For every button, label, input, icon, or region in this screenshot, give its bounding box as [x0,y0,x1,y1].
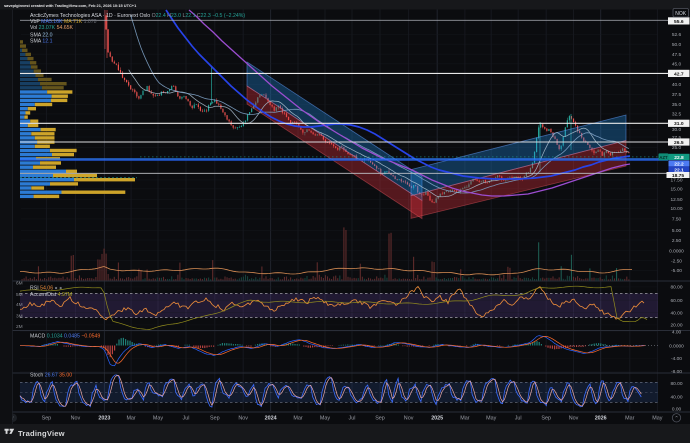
svg-text:0.0000: 0.0000 [669,343,684,349]
svg-text:Jul: Jul [515,416,522,422]
svg-text:-8.00: -8.00 [671,369,682,375]
svg-text:0.0000: 0.0000 [669,248,684,254]
svg-text:5.00: 5.00 [672,228,682,234]
svg-text:-4.00: -4.00 [671,356,682,362]
svg-text:Sep: Sep [42,416,52,422]
svg-text:2023: 2023 [98,416,110,422]
svg-text:40.0: 40.0 [672,82,682,88]
svg-text:Accum/Dist 4.97M: Accum/Dist 4.97M [30,292,72,298]
svg-text:45.0: 45.0 [672,62,682,68]
svg-text:Mar: Mar [126,416,135,422]
svg-text:⌃: ⌃ [674,415,679,422]
svg-text:Mar: Mar [293,416,302,422]
svg-text:2026: 2026 [595,416,607,422]
svg-text:80.00: 80.00 [670,381,682,387]
svg-text:MACD 0.1034 0.0485 −0.0549: MACD 0.1034 0.0485 −0.0549 [30,334,100,340]
svg-text:50.0: 50.0 [672,42,682,48]
svg-text:Nov: Nov [404,416,414,422]
svg-text:12.50: 12.50 [670,197,682,203]
svg-text:Nov: Nov [238,416,248,422]
svg-text:22.8: 22.8 [674,155,684,161]
svg-text:31.0: 31.0 [674,121,684,127]
svg-text:7.50: 7.50 [672,217,682,223]
svg-text:SMA 22.0: SMA 22.0 [30,33,53,39]
svg-text:30.0: 30.0 [672,127,682,133]
svg-text:VbP MA5.16K MA 71K 1.078: VbP MA5.16K MA 71K 1.078 [30,19,97,25]
svg-text:AZT: AZT [659,155,668,160]
svg-text:saveplginvest created with Tra: saveplginvest created with TradingView.c… [4,3,137,8]
svg-text:NOK: NOK [675,11,687,17]
svg-text:52.6: 52.6 [672,32,682,38]
svg-text:May: May [486,416,496,422]
svg-text:25.0: 25.0 [672,145,682,151]
svg-text:Sep: Sep [375,416,385,422]
svg-text:Jul: Jul [349,416,356,422]
svg-text:42.7: 42.7 [674,71,684,77]
svg-text:55.6: 55.6 [674,19,684,25]
svg-text:-5.00: -5.00 [671,268,682,274]
svg-text:Sep: Sep [541,416,551,422]
svg-text:SMA 12.1: SMA 12.1 [30,39,53,45]
svg-text:TradingView: TradingView [18,429,65,438]
svg-text:0.00: 0.00 [672,406,682,412]
svg-text:10.00: 10.00 [670,206,682,212]
svg-text:60.00: 60.00 [670,298,682,304]
svg-text:May: May [320,416,330,422]
svg-text:20.00: 20.00 [670,323,682,329]
svg-text:80.00: 80.00 [670,285,682,291]
svg-text:Nov: Nov [71,416,81,422]
svg-text:May: May [652,416,662,422]
svg-text:2024: 2024 [265,416,277,422]
svg-text:18.75: 18.75 [672,173,685,179]
svg-text:Vol 23.07K 54.65K: Vol 23.07K 54.65K [30,25,74,31]
svg-text:40.00: 40.00 [670,395,682,401]
svg-text:4.00: 4.00 [672,330,682,336]
svg-text:15.00: 15.00 [670,187,682,193]
svg-text:35.0: 35.0 [672,102,682,108]
svg-text:26.5: 26.5 [674,140,684,146]
svg-text:ArcticZymes Technologies ASA ·: ArcticZymes Technologies ASA · 1D · Euro… [30,13,245,19]
svg-text:5M: 5M [16,292,23,298]
svg-text:RSI 54.06 ● ●: RSI 54.06 ● ● [30,286,62,292]
svg-text:May: May [153,416,163,422]
svg-text:Mar: Mar [625,416,634,422]
svg-text:32.5: 32.5 [672,112,682,118]
svg-text:2.50: 2.50 [672,238,682,244]
svg-text:4M: 4M [16,302,23,308]
svg-text:Sep: Sep [210,416,220,422]
svg-text:2M: 2M [16,324,23,330]
svg-text:47.5: 47.5 [672,52,682,58]
svg-text:-2.50: -2.50 [671,259,682,265]
svg-text:40.00: 40.00 [670,310,682,316]
svg-text:Jul: Jul [183,416,190,422]
svg-text:37.5: 37.5 [672,92,682,98]
svg-text:Mar: Mar [460,416,469,422]
svg-text:6M: 6M [16,281,23,287]
svg-text:3M: 3M [16,314,23,320]
svg-text:2025: 2025 [431,416,443,422]
svg-text:Nov: Nov [569,416,579,422]
svg-text:Stoch 26.67 35.00: Stoch 26.67 35.00 [30,373,72,379]
